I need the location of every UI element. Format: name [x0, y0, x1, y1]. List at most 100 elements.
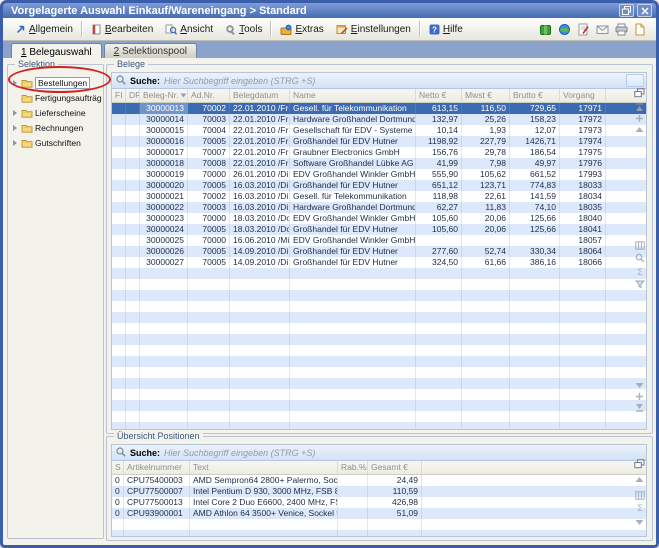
table-row[interactable]: 0CPU77500007Intel Pentium D 930, 3000 MH…	[112, 486, 646, 497]
table-row[interactable]: 300000187000822.01.2010 /FrSoftware Groß…	[112, 158, 646, 169]
tab-belegauswahl[interactable]: 1 Belegauswahl	[11, 43, 102, 59]
table-cell	[510, 279, 560, 290]
caret-up-icon[interactable]	[634, 124, 645, 134]
positionen-search-row[interactable]: Suche: Hier Suchbegriff eingeben (STRG +…	[112, 445, 646, 461]
caret-up-icon[interactable]	[634, 474, 645, 484]
table-row[interactable]: 300000267000514.09.2010 /DiGroßhandel fü…	[112, 246, 646, 257]
column-header-fi[interactable]: FI	[112, 89, 126, 102]
sort-desc-icon	[180, 89, 187, 102]
scroll-top-icon[interactable]	[634, 102, 645, 112]
table-row[interactable]: 0CPU77500013Intel Core 2 Duo E6600, 2400…	[112, 497, 646, 508]
filter-icon[interactable]	[634, 279, 645, 289]
table-row[interactable]: 0CPU93900001AMD Athlon 64 3500+ Venice, …	[112, 508, 646, 519]
sidebar-item-lieferscheine[interactable]: Lieferscheine	[10, 105, 102, 120]
table-cell: 386,16	[510, 257, 560, 268]
table-row[interactable]: 0CPU75400003AMD Sempron64 2800+ Palermo,…	[112, 475, 646, 486]
search-input[interactable]: Hier Suchbegriff eingeben (STRG +S)	[164, 448, 315, 458]
menu-item-extras[interactable]: Extras	[274, 20, 329, 38]
close-button[interactable]	[637, 4, 652, 17]
table-cell	[126, 147, 140, 158]
column-header-belegdatum[interactable]: Belegdatum	[230, 89, 290, 102]
caret-down-icon[interactable]	[634, 517, 645, 527]
table-row-empty	[112, 400, 646, 411]
table-row[interactable]: 300000177000722.01.2010 /FrGraubner Elec…	[112, 147, 646, 158]
table-row[interactable]: 300000227000316.03.2010 /DiHardware Groß…	[112, 202, 646, 213]
column-header-vorgang[interactable]: Vorgang	[560, 89, 606, 102]
globe-icon[interactable]	[558, 23, 571, 36]
belege-search-row[interactable]: Suche: Hier Suchbegriff eingeben (STRG +…	[112, 73, 646, 89]
table-cell: Gesellschaft für EDV - Systeme	[290, 125, 416, 136]
table-row[interactable]: 300000277000514.09.2010 /DiGroßhandel fü…	[112, 257, 646, 268]
table-cell: 30000022	[140, 202, 188, 213]
scroll-bottom-icon[interactable]	[634, 402, 645, 412]
sidebar-item-bestellungen[interactable]: Bestellungen	[10, 75, 102, 90]
column-header-artikelnummer[interactable]: Artikelnummer	[124, 461, 190, 474]
column-chooser-icon[interactable]	[634, 459, 645, 469]
column-header-dr[interactable]: DR	[126, 89, 140, 102]
table-row[interactable]: 300000237000018.03.2010 /DoEDV Großhande…	[112, 213, 646, 224]
column-header-netto-[interactable]: Netto €	[416, 89, 462, 102]
menu-item-allgemein[interactable]: Allgemein	[9, 20, 79, 38]
sum-icon[interactable]: Σ	[634, 502, 645, 512]
table-row[interactable]: 300000157000422.01.2010 /FrGesellschaft …	[112, 125, 646, 136]
table-row[interactable]: 300000137000222.01.2010 /FrGesell. für T…	[112, 103, 646, 114]
table-cell	[416, 279, 462, 290]
table-row[interactable]: 300000247000518.03.2010 /DoGroßhandel fü…	[112, 224, 646, 235]
printer-icon[interactable]	[615, 23, 628, 36]
search-input[interactable]: Hier Suchbegriff eingeben (STRG +S)	[164, 76, 315, 86]
table-cell: Hardware Großhandel Dortmund	[290, 202, 416, 213]
sidebar-item-label: Rechnungen	[35, 123, 83, 133]
sum-icon[interactable]: Σ	[634, 266, 645, 276]
table-cell	[112, 422, 126, 429]
expander-icon[interactable]	[13, 79, 19, 87]
caret-down-icon[interactable]	[634, 380, 645, 390]
table-cell: 30000015	[140, 125, 188, 136]
column-chooser-icon[interactable]	[634, 88, 645, 98]
column-header-brutto-[interactable]: Brutto €	[510, 89, 560, 102]
menu-item-label: Allgemein	[29, 24, 73, 35]
tab-selektionspool[interactable]: 2 Selektionspool	[104, 43, 197, 58]
expander-icon[interactable]	[13, 109, 19, 117]
table-row-empty	[112, 356, 646, 367]
columns-icon[interactable]	[634, 240, 645, 250]
sidebar-item-fertigungsaufträge[interactable]: Fertigungsaufträge	[10, 90, 102, 105]
document-edit-icon[interactable]	[577, 23, 590, 36]
plus-icon[interactable]	[634, 391, 645, 401]
table-row[interactable]: 300000217000216.03.2010 /DiGesell. für T…	[112, 191, 646, 202]
table-cell: 26.01.2010 /Di	[230, 169, 290, 180]
table-cell: 18041	[560, 224, 606, 235]
column-header-name[interactable]: Name	[290, 89, 416, 102]
column-header-ad-nr-[interactable]: Ad.Nr.	[188, 89, 230, 102]
sidebar-item-gutschriften[interactable]: Gutschriften	[10, 135, 102, 150]
sidebar-item-rechnungen[interactable]: Rechnungen	[10, 120, 102, 135]
menu-item-tools[interactable]: Tools	[219, 20, 268, 38]
plus-icon[interactable]	[634, 113, 645, 123]
columns-icon[interactable]	[634, 490, 645, 500]
table-row[interactable]: 300000167000522.01.2010 /FrGroßhandel fü…	[112, 136, 646, 147]
table-row[interactable]: 300000197000026.01.2010 /DiEDV Großhande…	[112, 169, 646, 180]
table-row[interactable]: 300000257000016.06.2010 /MiEDV Großhande…	[112, 235, 646, 246]
expander-icon[interactable]	[13, 139, 19, 147]
table-row[interactable]: 300000147000322.01.2010 /FrHardware Groß…	[112, 114, 646, 125]
column-header-gesamt-[interactable]: Gesamt €	[368, 461, 422, 474]
search-icon[interactable]	[634, 253, 645, 263]
menu-item-hilfe[interactable]: ?Hilfe	[423, 20, 469, 38]
table-cell	[416, 367, 462, 378]
menu-item-ansicht[interactable]: Ansicht	[159, 20, 219, 38]
menu-item-bearbeiten[interactable]: Bearbeiten	[85, 20, 159, 38]
table-cell	[290, 268, 416, 279]
menu-item-einstellungen[interactable]: Einstellungen	[330, 20, 417, 38]
table-cell: 18040	[560, 213, 606, 224]
column-header-s[interactable]: S	[112, 461, 124, 474]
restore-button[interactable]	[619, 4, 634, 17]
expander-icon[interactable]	[13, 124, 19, 132]
email-icon[interactable]	[596, 23, 609, 35]
new-page-icon[interactable]	[634, 23, 646, 36]
column-header-rab-[interactable]: Rab.%	[338, 461, 368, 474]
column-header-mwst-[interactable]: Mwst €	[462, 89, 510, 102]
table-row[interactable]: 300000207000516.03.2010 /DiGroßhandel fü…	[112, 180, 646, 191]
column-header-text[interactable]: Text	[190, 461, 338, 474]
package-icon[interactable]	[539, 23, 552, 36]
column-header-beleg-nr-[interactable]: Beleg-Nr.	[140, 89, 188, 102]
table-cell	[188, 378, 230, 389]
